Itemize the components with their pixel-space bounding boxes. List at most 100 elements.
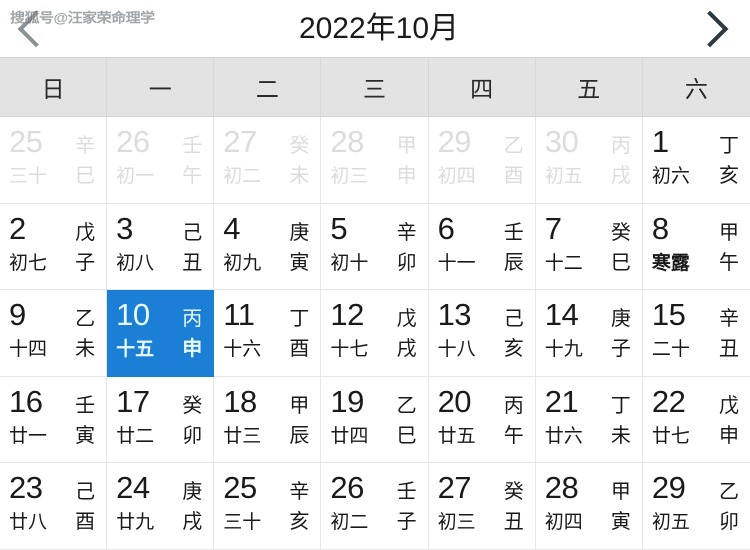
gregorian-date: 29	[651, 470, 686, 505]
previous-month-button[interactable]	[4, 0, 68, 57]
day-cell[interactable]: 28 甲初三 申	[321, 117, 429, 204]
day-cell[interactable]: 14 庚十九 子	[535, 290, 643, 377]
lunar-date: 初三	[437, 512, 476, 533]
heavenly-stem: 壬	[396, 481, 417, 503]
solar-term: 寒露	[651, 252, 690, 274]
weekday-header-4: 四	[429, 58, 536, 116]
earthly-branch: 巳	[396, 424, 417, 447]
day-cell[interactable]: 10 丙十五 申	[107, 290, 215, 377]
day-cell[interactable]: 21 丁廿六 未	[535, 376, 643, 463]
earthly-branch: 亥	[719, 165, 739, 187]
heavenly-stem: 甲	[289, 394, 310, 417]
calendar-app: 2022年10月 搜狐号@汪家荣命理学 日一二三四五六 25 辛三十巳 26 壬初一午…	[0, 0, 750, 550]
lunar-date: 初十	[330, 252, 369, 274]
day-cell[interactable]: 20 丙廿五 午	[428, 376, 536, 463]
chevron-left-icon	[17, 10, 55, 47]
day-cell[interactable]: 26 壬初一 午	[107, 117, 215, 204]
day-cell[interactable]: 11 丁十六 酉	[214, 290, 322, 377]
earthly-branch: 巳	[610, 251, 631, 274]
earthly-branch: 午	[503, 424, 524, 447]
day-cell[interactable]: 28 甲初四 寅	[535, 463, 643, 550]
day-cell[interactable]: 8 甲寒露 午	[642, 203, 750, 290]
heavenly-stem: 丙	[182, 308, 203, 330]
day-cell[interactable]: 25 辛三十 亥	[214, 463, 322, 550]
earthly-branch: 寅	[610, 511, 631, 533]
lunar-date: 廿一	[9, 425, 48, 447]
weekday-header-1: 一	[107, 58, 215, 116]
day-cell[interactable]: 25 辛三十 巳	[0, 117, 108, 204]
heavenly-stem: 庚	[182, 481, 203, 503]
day-cell[interactable]: 22 戊廿七 申	[642, 376, 750, 463]
day-cell[interactable]: 17 癸廿二 卯	[107, 376, 215, 463]
gregorian-date: 1	[651, 124, 669, 159]
gregorian-date: 26	[116, 124, 150, 159]
gregorian-date: 8	[651, 210, 669, 246]
earthly-branch: 子	[75, 251, 96, 274]
gregorian-date: 11	[223, 297, 255, 332]
day-cell[interactable]: 12 戊十七 戌	[321, 290, 429, 377]
day-cell[interactable]: 24 庚廿九 戌	[107, 463, 215, 550]
heavenly-stem: 甲	[396, 135, 417, 157]
day-cell[interactable]: 4 庚初九 寅	[214, 203, 322, 290]
gregorian-date: 21	[544, 383, 579, 419]
earthly-branch: 戌	[396, 338, 417, 360]
day-cell[interactable]: 26 壬初二 子	[321, 463, 429, 550]
lunar-date: 初五	[651, 512, 690, 533]
earthly-branch: 申	[396, 165, 417, 187]
lunar-date: 初九	[223, 252, 262, 274]
day-cell[interactable]: 18 甲廿三 辰	[214, 376, 322, 463]
day-cell[interactable]: 15 辛二十 丑	[642, 290, 750, 377]
next-month-button[interactable]	[678, 0, 742, 57]
calendar-header: 2022年10月 搜狐号@汪家荣命理学	[0, 0, 750, 57]
chevron-right-icon	[691, 10, 729, 47]
day-cell[interactable]: 6 壬十一 辰	[428, 203, 536, 290]
day-cell[interactable]: 16 壬廿一 寅	[0, 376, 108, 463]
day-cell[interactable]: 1 丁初六 亥	[642, 117, 750, 204]
gregorian-date: 14	[544, 297, 579, 332]
earthly-branch: 巳	[75, 165, 96, 187]
lunar-date: 初五	[544, 166, 583, 187]
day-cell[interactable]: 23 己廿八 酉	[0, 463, 108, 550]
gregorian-date: 27	[437, 470, 472, 505]
gregorian-date: 26	[330, 470, 364, 505]
gregorian-date: 18	[223, 383, 257, 419]
gregorian-date: 5	[330, 210, 348, 246]
day-cell[interactable]: 27 癸初二 未	[214, 117, 322, 204]
day-cell[interactable]: 29 乙初五 卯	[642, 463, 750, 550]
earthly-branch: 未	[75, 338, 96, 360]
gregorian-date: 13	[437, 297, 472, 332]
gregorian-date: 29	[437, 124, 472, 159]
gregorian-date: 2	[9, 210, 26, 246]
gregorian-date: 12	[330, 297, 364, 332]
heavenly-stem: 辛	[75, 135, 96, 157]
heavenly-stem: 庚	[289, 221, 310, 244]
day-cell[interactable]: 13 己十八 亥	[428, 290, 536, 377]
heavenly-stem: 甲	[719, 221, 739, 244]
lunar-date: 廿五	[437, 425, 476, 447]
earthly-branch: 卯	[719, 511, 739, 533]
weekday-header-5: 五	[536, 58, 643, 116]
day-cell[interactable]: 7 癸十二 巳	[535, 203, 643, 290]
day-cell[interactable]: 29 乙初四 酉	[428, 117, 536, 204]
heavenly-stem: 戊	[75, 221, 96, 244]
day-cell[interactable]: 3 己初八 丑	[107, 203, 215, 290]
day-cell[interactable]: 2 戊初七 子	[0, 203, 108, 290]
heavenly-stem: 癸	[610, 221, 631, 244]
day-cell[interactable]: 30 丙初五 戌	[535, 117, 643, 204]
day-cell[interactable]: 19 乙廿四 巳	[321, 376, 429, 463]
heavenly-stem: 戊	[719, 394, 739, 417]
heavenly-stem: 乙	[719, 481, 739, 503]
lunar-date: 初四	[544, 512, 583, 533]
weekday-header-2: 二	[214, 58, 322, 116]
day-cell[interactable]: 5 辛初十 卯	[321, 203, 429, 290]
lunar-date: 初二	[330, 512, 369, 533]
lunar-date: 十一	[437, 252, 476, 274]
gregorian-date: 20	[437, 383, 472, 419]
lunar-date: 初三	[330, 166, 369, 187]
heavenly-stem: 丙	[610, 135, 631, 157]
heavenly-stem: 乙	[75, 308, 96, 330]
heavenly-stem: 丙	[503, 394, 524, 417]
lunar-date: 二十	[651, 339, 690, 360]
day-cell[interactable]: 9 乙十四 未	[0, 290, 108, 377]
day-cell[interactable]: 27 癸初三 丑	[428, 463, 536, 550]
